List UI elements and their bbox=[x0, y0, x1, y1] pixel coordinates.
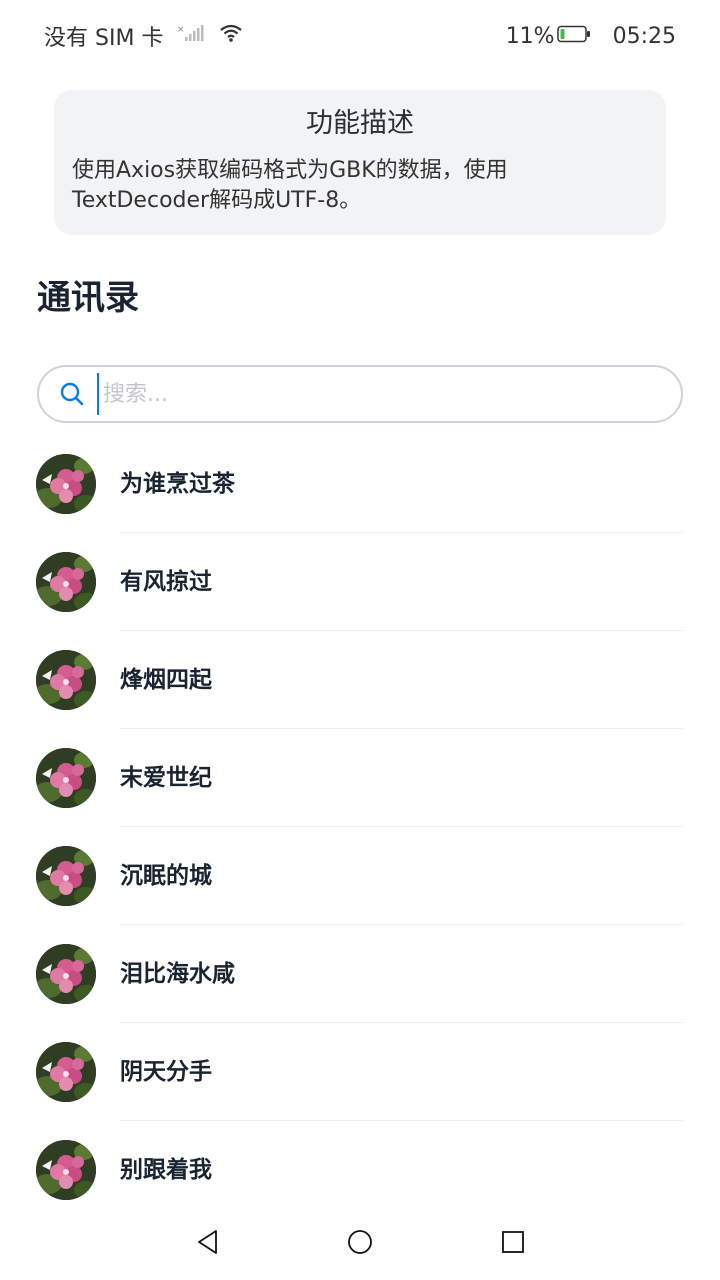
contact-item[interactable]: 阴天分手 bbox=[0, 1023, 720, 1121]
contact-name: 沉眠的城 bbox=[120, 863, 212, 889]
description-card: 功能描述 使用Axios获取编码格式为GBK的数据，使用TextDecoder解… bbox=[54, 90, 666, 235]
contact-avatar bbox=[36, 1042, 96, 1102]
home-icon bbox=[347, 1229, 373, 1259]
description-title: 功能描述 bbox=[306, 108, 414, 139]
carrier-text: 没有 SIM 卡 bbox=[44, 26, 164, 51]
contact-item[interactable]: 有风掠过 bbox=[0, 533, 720, 631]
battery-percentage: 11% bbox=[505, 23, 555, 49]
contact-name: 阴天分手 bbox=[120, 1059, 212, 1085]
clock: 05:25 bbox=[612, 23, 676, 49]
contact-item[interactable]: 别跟着我 bbox=[0, 1121, 720, 1219]
contact-avatar bbox=[36, 454, 96, 514]
svg-text:×: × bbox=[177, 25, 185, 35]
contact-avatar bbox=[36, 1140, 96, 1200]
search-bar[interactable] bbox=[37, 365, 683, 423]
back-button[interactable] bbox=[186, 1222, 230, 1266]
search-input[interactable] bbox=[97, 373, 625, 415]
contact-name: 烽烟四起 bbox=[120, 667, 212, 693]
contact-item[interactable]: 泪比海水咸 bbox=[0, 925, 720, 1023]
battery-icon bbox=[556, 24, 591, 49]
contact-item[interactable]: 沉眠的城 bbox=[0, 827, 720, 925]
contact-name: 末爱世纪 bbox=[120, 765, 212, 791]
description-text: 使用Axios获取编码格式为GBK的数据，使用TextDecoder解码成UTF… bbox=[72, 158, 508, 213]
recents-button[interactable] bbox=[491, 1222, 535, 1266]
contact-avatar bbox=[36, 944, 96, 1004]
contact-list: 为谁烹过茶 有风掠过 烽烟四起 末爱世纪 沉眠的城 泪比海水咸 阴天分手 别跟着… bbox=[0, 435, 720, 1219]
search-icon bbox=[59, 381, 85, 407]
contact-name: 为谁烹过茶 bbox=[120, 471, 235, 497]
contact-item[interactable]: 烽烟四起 bbox=[0, 631, 720, 729]
signal-icon: × bbox=[177, 23, 205, 49]
page-title: 通讯录 bbox=[37, 278, 139, 318]
status-right: 11% 05:25 bbox=[506, 20, 676, 52]
contact-item[interactable]: 为谁烹过茶 bbox=[0, 435, 720, 533]
back-icon bbox=[196, 1229, 220, 1259]
wifi-icon bbox=[219, 23, 243, 49]
contact-item[interactable]: 末爱世纪 bbox=[0, 729, 720, 827]
navigation-bar bbox=[0, 1208, 720, 1280]
contact-avatar bbox=[36, 748, 96, 808]
contact-avatar bbox=[36, 846, 96, 906]
home-button[interactable] bbox=[338, 1222, 382, 1266]
contact-avatar bbox=[36, 650, 96, 710]
contact-name: 有风掠过 bbox=[120, 569, 212, 595]
recents-icon bbox=[501, 1230, 525, 1258]
contact-name: 别跟着我 bbox=[120, 1157, 212, 1183]
status-bar: 没有 SIM 卡 × 11% 05:25 bbox=[0, 0, 720, 72]
contact-name: 泪比海水咸 bbox=[120, 961, 235, 987]
status-left: 没有 SIM 卡 × bbox=[44, 20, 243, 52]
contact-avatar bbox=[36, 552, 96, 612]
